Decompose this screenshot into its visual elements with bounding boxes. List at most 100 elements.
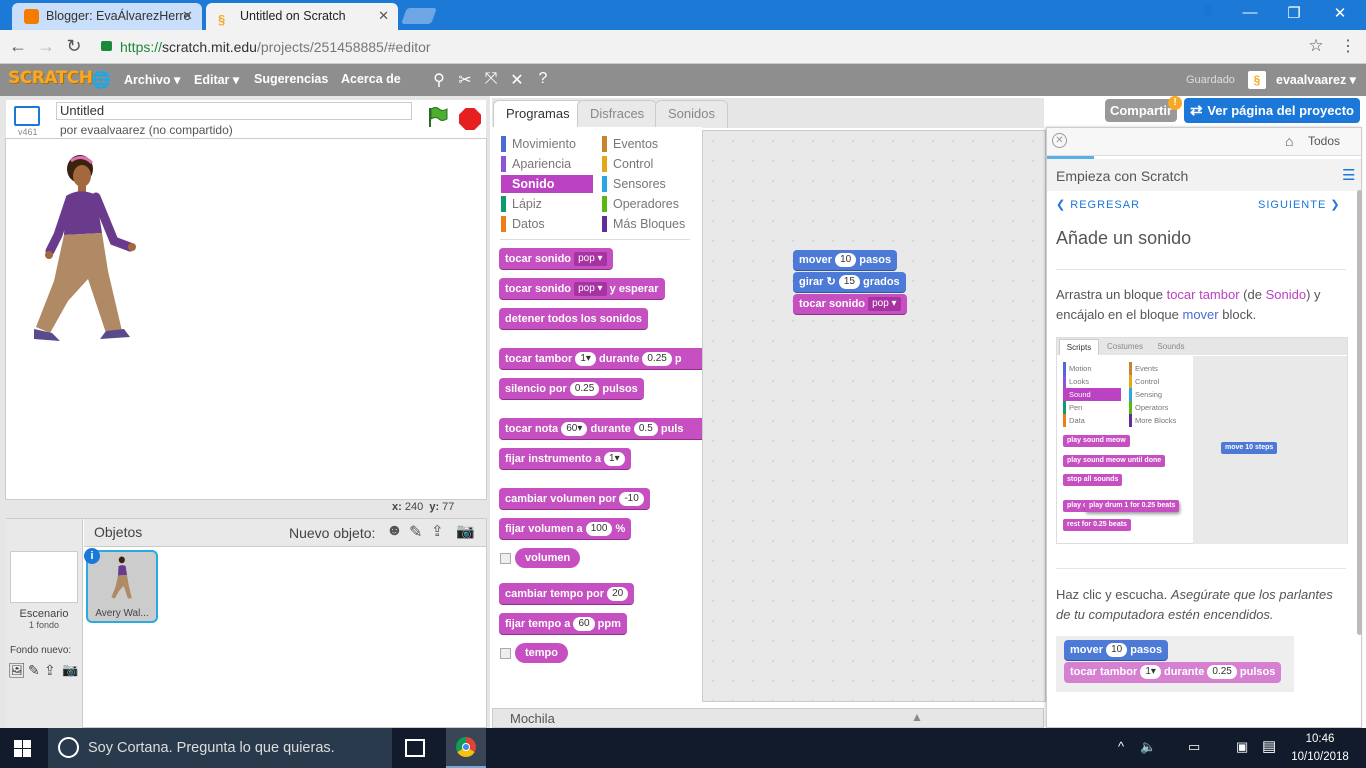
green-flag-icon[interactable]	[426, 106, 448, 128]
category-eventos[interactable]: Eventos	[602, 135, 694, 153]
device-icon[interactable]: ▣	[1236, 739, 1248, 755]
sound-dropdown[interactable]: pop ▾	[574, 282, 607, 296]
language-globe-icon[interactable]: 🌐	[90, 70, 112, 90]
forward-icon[interactable]: →	[34, 36, 58, 57]
share-button[interactable]: Compartir	[1105, 99, 1177, 122]
back-icon[interactable]: ←	[6, 36, 30, 57]
project-title-input[interactable]: Untitled	[56, 102, 412, 120]
backdrop-library-icon[interactable]: 🖼	[8, 662, 26, 679]
see-project-page-button[interactable]: ⇄ Ver página del proyecto	[1184, 98, 1360, 123]
block-rest[interactable]: silencio por 0.25 pulsos	[499, 378, 644, 400]
clock-date[interactable]: 10/10/2018	[1290, 751, 1350, 763]
block-change-tempo[interactable]: cambiar tempo por 20	[499, 583, 635, 605]
paint-sprite-icon[interactable]: ✎	[409, 522, 422, 542]
tips-all-link[interactable]: Todos	[1308, 134, 1340, 148]
grow-icon[interactable]: ⤧	[480, 70, 502, 88]
user-menu[interactable]: evaalvaarez ▾	[1276, 72, 1356, 87]
tip-example-script[interactable]: mover 10 pasos tocar tambor 1▾ durante 0…	[1056, 636, 1294, 692]
tab-disfraces[interactable]: Disfraces	[577, 100, 658, 128]
category-sensores[interactable]: Sensores	[602, 175, 694, 193]
scripts-area[interactable]	[702, 130, 1046, 702]
shrink-icon[interactable]: ✕	[506, 70, 528, 90]
volume-muted-icon[interactable]: 🔈	[1140, 739, 1156, 755]
category-mas-bloques[interactable]: Más Bloques	[602, 215, 702, 233]
url-field[interactable]: https://scratch.mit.edu/projects/2514588…	[120, 38, 431, 56]
script-move-block[interactable]: mover 10 pasos	[793, 250, 898, 271]
sound-dropdown[interactable]: pop ▾	[574, 252, 607, 266]
volume-monitor-checkbox[interactable]	[500, 553, 511, 564]
tab-programas[interactable]: Programas	[493, 100, 583, 128]
sprite-library-icon[interactable]: ☻	[386, 522, 403, 540]
browser-tab-blogger[interactable]: Blogger: EvaÁlvarezHerre ✕	[12, 3, 202, 30]
tips-menu-icon[interactable]: ☰	[1342, 166, 1355, 184]
tips-scrollbar[interactable]	[1357, 190, 1362, 635]
home-icon[interactable]: ⌂	[1285, 133, 1293, 149]
tab-sonidos[interactable]: Sonidos	[655, 100, 728, 128]
category-movimiento[interactable]: Movimiento	[501, 135, 593, 153]
backpack-expand-icon[interactable]: ▲	[911, 710, 923, 724]
clock-time[interactable]: 10:46	[1295, 733, 1345, 745]
category-operadores[interactable]: Operadores	[602, 195, 694, 213]
fullscreen-icon[interactable]	[14, 106, 40, 126]
delete-scissors-icon[interactable]: ✂	[454, 70, 476, 90]
example-drum-block[interactable]: tocar tambor 1▾ durante 0.25 pulsos	[1064, 662, 1282, 683]
restore-icon[interactable]: ❐	[1272, 4, 1316, 22]
sprite-info-icon[interactable]: i	[84, 548, 100, 564]
menu-sugerencias[interactable]: Sugerencias	[254, 72, 328, 86]
close-tab-icon[interactable]: ✕	[182, 3, 193, 29]
block-play-sound-until-done[interactable]: tocar sonido pop ▾ y esperar	[499, 278, 665, 300]
paint-backdrop-icon[interactable]: ✎	[28, 662, 40, 679]
script-turn-block[interactable]: girar ↻ 15 grados	[793, 272, 906, 293]
block-stop-all-sounds[interactable]: detener todos los sonidos	[499, 308, 648, 330]
taskbar-chrome[interactable]	[446, 728, 486, 768]
notifications-icon[interactable]: ▤	[1262, 737, 1276, 755]
tips-next-link[interactable]: SIGUIENTE ❯	[1258, 198, 1341, 211]
stage-thumbnail[interactable]	[10, 551, 78, 603]
block-play-sound[interactable]: tocar sonido pop ▾	[499, 248, 613, 270]
duplicate-stamp-icon[interactable]: ⚲	[428, 70, 450, 90]
windows-start-icon[interactable]	[14, 740, 31, 757]
scratch-logo[interactable]: SCRATCH	[8, 68, 93, 88]
category-control[interactable]: Control	[602, 155, 694, 173]
tips-back-link[interactable]: ❮ REGRESAR	[1056, 198, 1140, 211]
stage-canvas[interactable]	[5, 138, 487, 500]
new-tab-button[interactable]	[401, 8, 437, 24]
script-play-sound-block[interactable]: tocar sonido pop ▾	[793, 294, 907, 315]
profile-icon[interactable]: 👤	[1186, 2, 1230, 16]
backpack-bar[interactable]: Mochila ▲	[492, 708, 1044, 728]
close-tips-icon[interactable]: ✕	[1052, 133, 1067, 148]
camera-backdrop-icon[interactable]: 📷	[62, 662, 78, 678]
menu-kebab-icon[interactable]: ⋮	[1336, 36, 1360, 56]
tempo-monitor-checkbox[interactable]	[500, 648, 511, 659]
browser-tab-scratch[interactable]: § Untitled on Scratch ✕	[206, 3, 398, 30]
network-icon[interactable]: ▭	[1188, 739, 1200, 755]
block-change-volume[interactable]: cambiar volumen por -10	[499, 488, 650, 510]
bookmark-star-icon[interactable]: ☆	[1304, 36, 1328, 56]
upload-sprite-icon[interactable]: ⇪	[431, 522, 444, 540]
menu-editar[interactable]: Editar ▾	[194, 72, 239, 87]
minimize-icon[interactable]: —	[1228, 4, 1272, 21]
user-avatar[interactable]: §	[1248, 71, 1266, 89]
avery-walking-sprite[interactable]	[30, 151, 140, 349]
block-set-instrument[interactable]: fijar instrumento a 1▾	[499, 448, 631, 470]
camera-sprite-icon[interactable]: 📷	[456, 522, 475, 540]
upload-backdrop-icon[interactable]: ⇪	[44, 662, 56, 679]
menu-acerca[interactable]: Acerca de	[341, 72, 401, 86]
block-play-drum[interactable]: tocar tambor 1▾ durante 0.25 p	[499, 348, 702, 370]
category-lapiz[interactable]: Lápiz	[501, 195, 593, 213]
help-icon[interactable]: ?	[532, 70, 554, 88]
block-set-volume[interactable]: fijar volumen a 100 %	[499, 518, 632, 540]
category-sonido[interactable]: Sonido	[501, 175, 593, 193]
block-set-tempo[interactable]: fijar tempo a 60 ppm	[499, 613, 627, 635]
cortana-search-box[interactable]: Soy Cortana. Pregunta lo que quieras.	[48, 728, 392, 768]
example-move-block[interactable]: mover 10 pasos	[1064, 640, 1169, 661]
reporter-tempo[interactable]: tempo	[515, 643, 568, 663]
block-play-note[interactable]: tocar nota 60▾ durante 0.5 puls	[499, 418, 702, 440]
category-datos[interactable]: Datos	[501, 215, 593, 233]
menu-archivo[interactable]: Archivo ▾	[124, 72, 180, 87]
tray-chevron-icon[interactable]: ^	[1118, 739, 1124, 754]
close-tab-icon[interactable]: ✕	[378, 3, 389, 29]
category-apariencia[interactable]: Apariencia	[501, 155, 593, 173]
close-window-icon[interactable]: ✕	[1318, 4, 1362, 22]
reporter-volume[interactable]: volumen	[515, 548, 581, 568]
